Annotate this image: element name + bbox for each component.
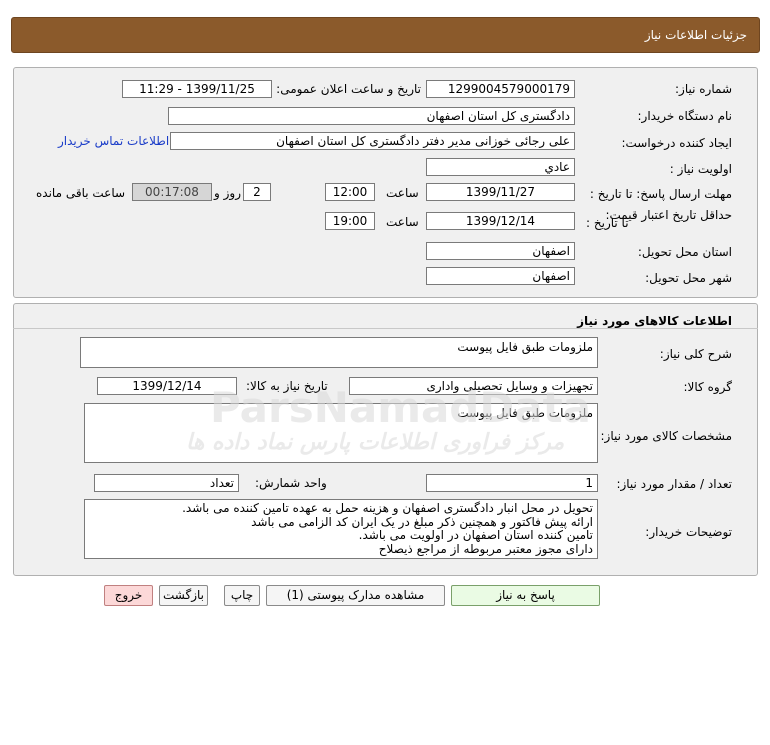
page-title: جزئیات اطلاعات نیاز [644,28,747,42]
need-date-label: تاریخ نیاز به کالا: [246,379,328,393]
province-field: اصفهان [426,242,575,260]
qty-field: 1 [426,474,598,492]
goods-divider [13,328,758,329]
desc-label: شرح کلی نیاز: [659,347,732,361]
need-info-panel [13,67,758,298]
days-field: 2 [243,183,271,201]
send-time-field: 12:00 [325,183,375,201]
page-header: جزئیات اطلاعات نیاز [11,17,760,53]
qty-label: تعداد / مقدار مورد نیاز: [616,477,732,491]
unit-field: تعداد [94,474,239,492]
announce-field: 1399/11/25 - 11:29 [122,80,272,98]
validity-time-label: ساعت [386,215,419,229]
announce-label: تاریخ و ساعت اعلان عمومی: [276,82,421,96]
send-time-label: ساعت [386,186,419,200]
group-label: گروه کالا: [683,380,733,394]
group-field: تجهیزات و وسایل تحصیلی واداری [349,377,598,395]
validity-date-field: 1399/12/14 [426,212,575,230]
spec-field: ملزومات طبق فایل پیوست [84,403,598,463]
city-label: شهر محل تحویل: [645,271,732,285]
exit-button[interactable]: خروج [104,585,153,606]
buyer-org-label: نام دستگاه خریدار: [637,109,733,123]
days-label: روز و [214,186,241,200]
send-deadline-label: مهلت ارسال پاسخ: تا تاریخ : [589,187,732,201]
goods-section-title: اطلاعات کالاهای مورد نیاز [577,314,732,328]
need-date-field: 1399/12/14 [97,377,237,395]
need-number-field: 1299004579000179 [426,80,575,98]
requester-label: ایجاد کننده درخواست: [621,136,732,150]
city-field: اصفهان [426,267,575,285]
print-button[interactable]: چاپ [224,585,260,606]
price-validity-to-label: تا تاریخ : [586,216,629,230]
desc-field: ملزومات طبق فایل پیوست [80,337,598,368]
notes-label: توضیحات خریدار: [645,525,732,539]
priority-label: اولویت نیاز : [669,162,732,176]
remaining-label: ساعت باقی مانده [36,186,126,200]
need-number-label: شماره نیاز: [675,82,732,96]
reply-button[interactable]: پاسخ به نیاز [451,585,600,606]
view-attachments-button[interactable]: مشاهده مدارک پیوستی (1) [266,585,445,606]
send-date-field: 1399/11/27 [426,183,575,201]
validity-time-field: 19:00 [325,212,375,230]
unit-label: واحد شمارش: [255,476,327,490]
back-button[interactable]: بازگشت [159,585,208,606]
remaining-time-field: 00:17:08 [132,183,212,201]
priority-field: عادي [426,158,575,176]
notes-line-4: دارای مجوز معتبر مربوطه از مراجع ذیصلاح [378,541,593,556]
requester-field: علی رجائی خوزانی مدیر دفتر دادگستری کل ا… [170,132,575,150]
buyer-org-field: دادگستری کل استان اصفهان [168,107,575,125]
notes-line-1: تحویل در محل انبار دادگستری اصفهان و هزی… [182,501,593,515]
notes-line-3: تامین کننده استان اصفهان در اولویت می با… [358,528,593,542]
spec-label: مشخصات کالای مورد نیاز: [600,429,732,443]
buyer-contact-link[interactable]: اطلاعات تماس خریدار [58,134,169,148]
notes-line-2: ارائه پیش فاکتور و همچنین ذکر مبلغ در یک… [251,514,593,529]
notes-field: تحویل در محل انبار دادگستری اصفهان و هزی… [84,499,598,559]
province-label: استان محل تحویل: [637,245,732,259]
